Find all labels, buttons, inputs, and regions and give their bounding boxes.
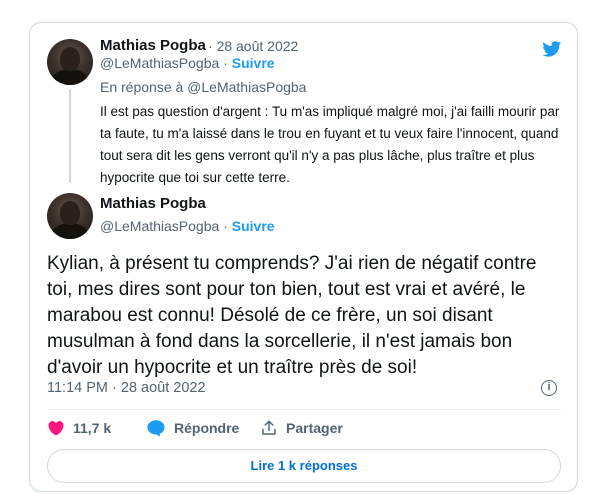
separator-dot: · xyxy=(223,55,228,71)
tweet-embed-card: Mathias Pogba · 28 août 2022 @LeMathiasP… xyxy=(29,22,578,492)
author-name[interactable]: Mathias Pogba xyxy=(100,195,206,212)
reply-to-label[interactable]: En réponse à @LeMathiasPogba xyxy=(100,79,306,95)
avatar[interactable] xyxy=(47,39,93,85)
twitter-bird-icon[interactable] xyxy=(539,39,564,59)
speech-bubble-icon xyxy=(147,420,165,437)
separator-dot: · xyxy=(223,218,228,234)
author-handle[interactable]: @LeMathiasPogba xyxy=(100,55,219,71)
author-name[interactable]: Mathias Pogba xyxy=(100,37,206,54)
heart-icon xyxy=(48,421,64,436)
tweet-date[interactable]: · 28 août 2022 xyxy=(208,38,298,54)
author-handle-row: @LeMathiasPogba · Suivre xyxy=(100,55,275,71)
share-upload-icon xyxy=(262,420,276,435)
follow-link[interactable]: Suivre xyxy=(232,55,275,71)
avatar[interactable] xyxy=(47,193,93,239)
divider xyxy=(47,409,562,410)
avatar-face-shape xyxy=(60,47,80,71)
reply-button[interactable]: Répondre xyxy=(146,419,239,437)
avatar-face-shape xyxy=(60,201,80,225)
reply-label: Répondre xyxy=(174,420,240,436)
share-label: Partager xyxy=(286,420,343,436)
tweet-text: Kylian, à présent tu comprends? J'ai rie… xyxy=(47,253,537,378)
info-icon[interactable]: i xyxy=(541,380,557,396)
like-button[interactable]: 11,7 k xyxy=(47,419,111,437)
read-replies-button[interactable]: Lire 1 k réponses xyxy=(47,449,561,483)
date-text[interactable]: 28 août 2022 xyxy=(217,38,299,54)
share-button[interactable]: Partager xyxy=(260,419,343,437)
author-handle-row: @LeMathiasPogba · Suivre xyxy=(100,218,275,234)
avatar-body-shape xyxy=(52,223,88,239)
thread-connector-line xyxy=(69,89,71,183)
author-handle[interactable]: @LeMathiasPogba xyxy=(100,218,219,234)
parent-tweet-text: Il est pas question d'argent : Tu m'as i… xyxy=(100,104,560,185)
like-count: 11,7 k xyxy=(73,420,112,436)
avatar-body-shape xyxy=(52,69,88,85)
follow-link[interactable]: Suivre xyxy=(232,218,275,234)
separator-dot: · xyxy=(208,38,213,54)
tweet-timestamp[interactable]: 11:14 PM · 28 août 2022 xyxy=(47,380,206,396)
